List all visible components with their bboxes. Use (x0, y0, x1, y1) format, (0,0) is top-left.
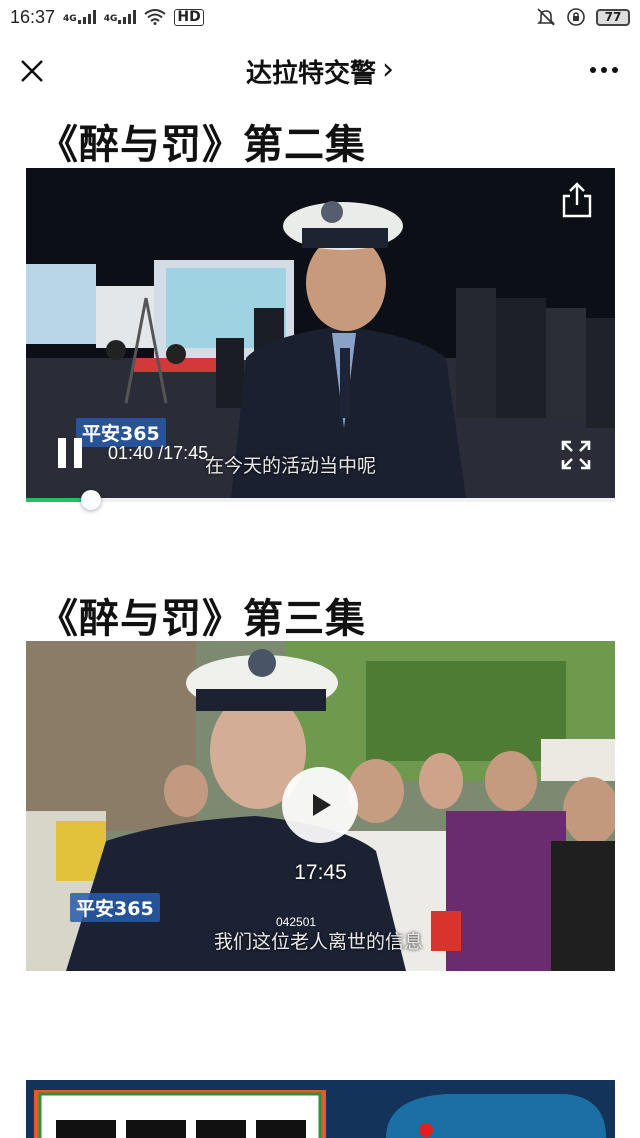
lock-rotation-icon (567, 8, 585, 26)
brand-watermark: 平安365 (70, 893, 160, 922)
time-display: 01:40 /17:45 (108, 443, 208, 464)
video-subtitle: 我们这位老人离世的信息 (213, 931, 423, 953)
mute-bell-icon (537, 8, 555, 26)
network-1-label: 4G (63, 14, 77, 24)
bottom-banner-image[interactable] (26, 1080, 615, 1138)
current-time: 01:40 (108, 443, 154, 463)
progress-handle[interactable] (80, 490, 101, 510)
network-2-label: 4G (103, 14, 118, 24)
close-icon[interactable] (18, 57, 46, 85)
share-icon[interactable] (557, 180, 597, 220)
battery-icon: 77 (596, 8, 630, 26)
status-right: 77 (536, 7, 630, 27)
signal-2-icon: 4G (104, 10, 137, 24)
hd-icon: HD (174, 8, 204, 26)
play-button[interactable] (282, 767, 358, 843)
episode-title: 《醉与罚》第二集 (38, 122, 366, 168)
account-name: 达拉特交警 (245, 58, 376, 89)
play-icon (313, 794, 331, 816)
video-duration: 17:45 (294, 861, 347, 884)
progress-bar[interactable] (26, 490, 615, 510)
chevron-right-icon: › (382, 51, 394, 87)
banner-graphic (26, 1080, 615, 1138)
fullscreen-icon[interactable] (559, 438, 593, 472)
episode-title: 《醉与罚》第三集 (38, 596, 366, 642)
pause-icon[interactable] (56, 436, 84, 470)
more-options-icon[interactable] (588, 58, 620, 82)
status-bar: 16:37 4G 4G HD 77 (0, 0, 640, 34)
signal-1-icon: 4G (63, 10, 96, 24)
video-player-playing[interactable]: 平安365 在今天的活动当中呢 01:40 /17:45 (26, 168, 615, 498)
status-left: 16:37 4G 4G HD (10, 7, 204, 28)
nav-bar: 达拉特交警 › (0, 38, 640, 104)
wifi-icon (144, 9, 166, 25)
total-time: /17:45 (158, 443, 209, 463)
video-player-paused[interactable]: 平安365 042501 我们这位老人离世的信息 17:45 (26, 641, 615, 971)
account-title-link[interactable]: 达拉特交警 › (245, 51, 394, 90)
status-time: 16:37 (10, 6, 56, 27)
